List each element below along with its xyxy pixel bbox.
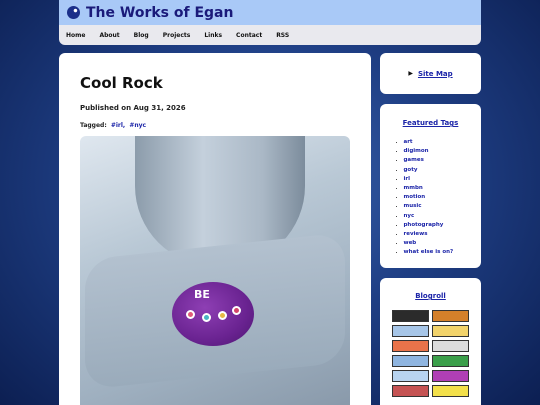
nav-rss[interactable]: RSS [276, 32, 289, 39]
featured-tag-list: art digimon games goty irl mmbn motion m… [380, 138, 481, 258]
featured-tag[interactable]: reviews [396, 230, 481, 239]
site-title[interactable]: The Works of Egan [86, 5, 233, 21]
nav-blog[interactable]: Blog [134, 32, 149, 39]
blogroll-badge[interactable] [392, 340, 429, 352]
blogroll-badge[interactable] [432, 340, 469, 352]
post-tags: Tagged: #irl, #nyc [80, 122, 350, 129]
blogroll-badge[interactable] [392, 310, 429, 322]
featured-tags-heading[interactable]: Featured Tags [380, 119, 481, 127]
featured-tag[interactable]: digimon [396, 147, 481, 156]
featured-tags-card: Featured Tags art digimon games goty irl… [380, 104, 481, 268]
rock-dot [232, 306, 241, 315]
post-title: Cool Rock [80, 74, 163, 92]
blogroll-badge[interactable] [392, 325, 429, 337]
featured-tag[interactable]: mmbn [396, 184, 481, 193]
rock-dot [202, 313, 211, 322]
blogroll-badge[interactable] [392, 355, 429, 367]
featured-tag[interactable]: games [396, 156, 481, 165]
nav-contact[interactable]: Contact [236, 32, 262, 39]
nav-links[interactable]: Links [204, 32, 222, 39]
blogroll-badge[interactable] [432, 310, 469, 322]
post-date: Published on Aug 31, 2026 [80, 104, 186, 112]
nav-home[interactable]: Home [66, 32, 85, 39]
painted-rock: BE [172, 282, 254, 346]
main-nav: Home About Blog Projects Links Contact R… [59, 25, 481, 45]
featured-tag[interactable]: nyc [396, 212, 481, 221]
blogroll-heading[interactable]: Blogroll [380, 292, 481, 300]
site-map-card: ▶ Site Map [380, 53, 481, 94]
tags-label: Tagged: [80, 122, 107, 129]
featured-tag[interactable]: web [396, 239, 481, 248]
blogroll-badges [392, 310, 481, 397]
rock-dot [218, 311, 227, 320]
caret-right-icon[interactable]: ▶ [408, 70, 413, 77]
featured-tag[interactable]: photography [396, 221, 481, 230]
blogroll-card: Blogroll [380, 278, 481, 405]
featured-tag[interactable]: motion [396, 193, 481, 202]
featured-tag[interactable]: art [396, 138, 481, 147]
blogroll-badge[interactable] [392, 385, 429, 397]
blogroll-badge[interactable] [432, 355, 469, 367]
rock-text: BE [194, 288, 210, 301]
nav-projects[interactable]: Projects [163, 32, 191, 39]
header-banner: The Works of Egan [59, 0, 481, 25]
tag-link-nyc[interactable]: #nyc [129, 122, 146, 129]
site-header: The Works of Egan Home About Blog Projec… [59, 0, 481, 45]
featured-tag[interactable]: what else is on? [396, 248, 481, 257]
tag-link-irl[interactable]: #irl, [111, 122, 125, 129]
blogroll-badge[interactable] [432, 370, 469, 382]
logo-icon[interactable] [67, 6, 80, 19]
blogroll-badge[interactable] [392, 370, 429, 382]
nav-about[interactable]: About [99, 32, 119, 39]
featured-tag[interactable]: irl [396, 175, 481, 184]
featured-tag[interactable]: music [396, 202, 481, 211]
featured-tag[interactable]: goty [396, 166, 481, 175]
post-photo: BE [80, 136, 350, 405]
site-map-link[interactable]: Site Map [418, 70, 453, 78]
rock-dot [186, 310, 195, 319]
blogroll-badge[interactable] [432, 325, 469, 337]
post-card: Cool Rock Published on Aug 31, 2026 Tagg… [59, 53, 371, 405]
blogroll-badge[interactable] [432, 385, 469, 397]
